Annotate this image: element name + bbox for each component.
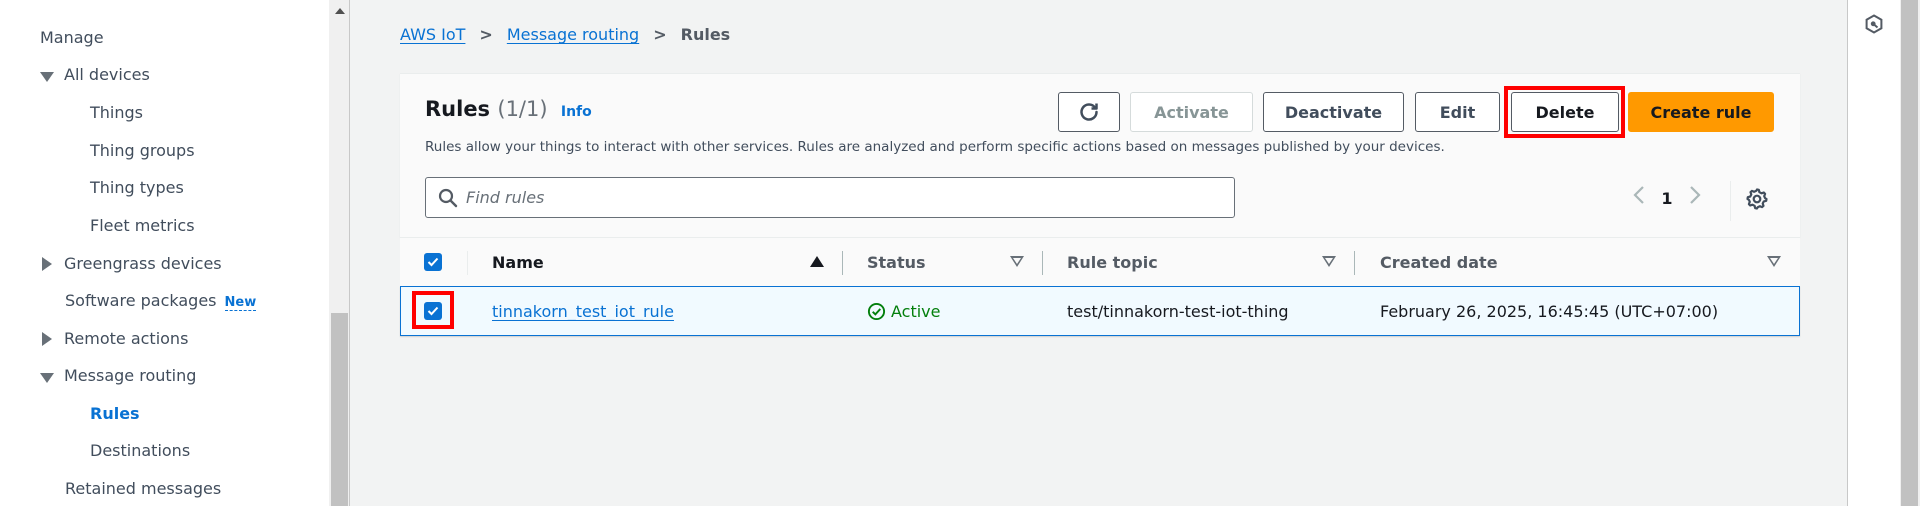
page-title: Rules (1/1) Info bbox=[425, 97, 592, 121]
sidebar-item-label: Software packages bbox=[65, 291, 217, 310]
rules-count: (1/1) bbox=[497, 97, 548, 121]
sidebar-item-rules[interactable]: Rules bbox=[90, 404, 140, 423]
column-header-status[interactable]: Status bbox=[867, 238, 926, 287]
rule-name-link[interactable]: tinnakorn_test_iot_rule bbox=[492, 302, 674, 321]
breadcrumb-message-routing[interactable]: Message routing bbox=[507, 25, 639, 44]
sidebar-item-thing-groups[interactable]: Thing groups bbox=[90, 141, 195, 160]
caret-down-icon[interactable] bbox=[40, 373, 54, 383]
sidebar-item-things[interactable]: Things bbox=[90, 103, 143, 122]
info-link[interactable]: Info bbox=[561, 104, 592, 120]
check-icon bbox=[427, 257, 439, 267]
refresh-button[interactable] bbox=[1058, 92, 1120, 132]
sidebar-item-remote-actions[interactable]: Remote actions bbox=[64, 329, 188, 348]
column-separator[interactable] bbox=[1354, 251, 1355, 275]
refresh-icon bbox=[1080, 103, 1098, 121]
column-header-name[interactable]: Name bbox=[492, 238, 544, 287]
panel-description: Rules allow your things to interact with… bbox=[425, 139, 1445, 155]
create-rule-button[interactable]: Create rule bbox=[1628, 92, 1774, 132]
sort-unsorted-icon[interactable] bbox=[1010, 256, 1024, 267]
deactivate-button[interactable]: Deactivate bbox=[1263, 92, 1404, 132]
column-separator[interactable] bbox=[1042, 251, 1043, 275]
search-icon bbox=[438, 188, 458, 208]
cloudshell-hex-icon[interactable] bbox=[1864, 14, 1884, 38]
select-all-checkbox[interactable] bbox=[424, 253, 442, 271]
sidebar-scrollbar[interactable] bbox=[329, 0, 350, 506]
column-header-rule-topic[interactable]: Rule topic bbox=[1067, 238, 1158, 287]
sidebar-item-thing-types[interactable]: Thing types bbox=[90, 178, 184, 197]
gear-icon[interactable] bbox=[1745, 187, 1769, 215]
chevron-right-icon: > bbox=[479, 25, 493, 44]
breadcrumb-aws-iot[interactable]: AWS IoT bbox=[400, 25, 465, 44]
page-scrollbar[interactable] bbox=[1900, 0, 1920, 506]
sidebar-item-software-packages[interactable]: Software packages New bbox=[65, 291, 257, 311]
sidebar-section-manage: Manage bbox=[40, 28, 104, 47]
chevron-right-icon[interactable] bbox=[1681, 184, 1709, 212]
column-separator[interactable] bbox=[842, 251, 843, 275]
search-field[interactable] bbox=[425, 177, 1235, 218]
check-circle-icon bbox=[867, 302, 886, 320]
pager-divider bbox=[1730, 181, 1731, 221]
sidebar-item-fleet-metrics[interactable]: Fleet metrics bbox=[90, 216, 195, 235]
status-badge: Active bbox=[867, 302, 941, 321]
pagination: 1 bbox=[1625, 184, 1709, 212]
delete-button[interactable]: Delete bbox=[1511, 92, 1619, 132]
edit-button[interactable]: Edit bbox=[1415, 92, 1500, 132]
scrollbar-thumb[interactable] bbox=[1901, 0, 1918, 506]
new-badge[interactable]: New bbox=[224, 295, 257, 311]
caret-right-icon[interactable] bbox=[42, 332, 52, 346]
rules-panel: Rules (1/1) Info Rules allow your things… bbox=[400, 73, 1800, 237]
caret-right-icon[interactable] bbox=[42, 257, 52, 271]
breadcrumb: AWS IoT > Message routing > Rules bbox=[400, 25, 730, 44]
sort-ascending-icon[interactable] bbox=[810, 256, 824, 267]
page-number[interactable]: 1 bbox=[1653, 189, 1681, 208]
scrollbar-thumb[interactable] bbox=[331, 313, 348, 506]
table-row[interactable]: tinnakorn_test_iot_rule Active test/tinn… bbox=[400, 286, 1800, 336]
sort-unsorted-icon[interactable] bbox=[1322, 256, 1336, 267]
table-header: Name Status Rule topic Created date bbox=[400, 237, 1800, 286]
sidebar-item-greengrass-devices[interactable]: Greengrass devices bbox=[64, 254, 222, 273]
created-date-cell: February 26, 2025, 16:45:45 (UTC+07:00) bbox=[1380, 301, 1719, 321]
chevron-left-icon[interactable] bbox=[1625, 184, 1653, 212]
scroll-up-arrow-icon[interactable] bbox=[335, 8, 345, 14]
panel-title-text: Rules bbox=[425, 97, 491, 121]
sidebar: Manage All devices Things Thing groups T… bbox=[0, 0, 330, 506]
chevron-right-icon: > bbox=[653, 25, 667, 44]
sort-unsorted-icon[interactable] bbox=[1767, 256, 1781, 267]
caret-down-icon[interactable] bbox=[40, 72, 54, 82]
column-separator bbox=[467, 251, 468, 275]
rule-name-cell: tinnakorn_test_iot_rule bbox=[492, 287, 674, 335]
activate-button[interactable]: Activate bbox=[1130, 92, 1253, 132]
sidebar-item-destinations[interactable]: Destinations bbox=[90, 441, 190, 460]
rule-topic-cell: test/tinnakorn-test-iot-thing bbox=[1067, 301, 1289, 321]
search-input[interactable] bbox=[466, 188, 1226, 207]
check-icon bbox=[427, 306, 439, 316]
sidebar-item-retained-messages[interactable]: Retained messages bbox=[65, 479, 221, 498]
sidebar-item-all-devices[interactable]: All devices bbox=[64, 65, 150, 84]
row-checkbox[interactable] bbox=[424, 302, 442, 320]
breadcrumb-current: Rules bbox=[680, 25, 731, 44]
status-text: Active bbox=[891, 301, 941, 321]
status-cell: Active bbox=[867, 287, 941, 335]
column-header-created-date[interactable]: Created date bbox=[1380, 238, 1498, 287]
right-tools-panel bbox=[1848, 0, 1900, 506]
sidebar-item-message-routing[interactable]: Message routing bbox=[64, 366, 196, 385]
